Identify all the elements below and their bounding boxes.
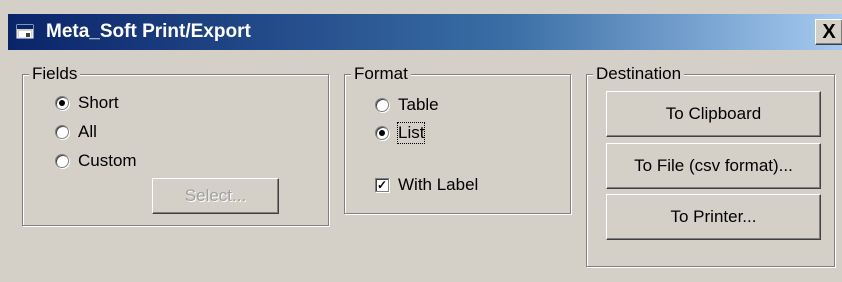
format-legend: Format	[351, 64, 411, 84]
print-export-dialog: Meta_Soft Print/Export X Fields Short Al…	[0, 0, 842, 282]
radio-label: Custom	[78, 151, 137, 170]
fields-all-radio[interactable]: All	[55, 122, 97, 142]
radio-label: Short	[78, 93, 119, 112]
format-list-radio[interactable]: List	[375, 122, 426, 144]
window-title: Meta_Soft Print/Export	[46, 21, 251, 42]
close-button[interactable]: X	[815, 19, 842, 45]
title-bar[interactable]: Meta_Soft Print/Export X	[8, 14, 842, 50]
to-clipboard-button[interactable]: To Clipboard	[606, 91, 821, 137]
app-window-icon	[16, 24, 34, 39]
radio-indicator	[55, 96, 69, 110]
radio-label: All	[78, 122, 97, 141]
fields-custom-radio[interactable]: Custom	[55, 151, 137, 171]
close-icon: X	[822, 21, 836, 43]
select-button[interactable]: Select...	[152, 178, 279, 214]
checkbox-label: With Label	[398, 175, 479, 194]
radio-indicator	[375, 126, 389, 140]
with-label-checkbox[interactable]: ✓ With Label	[375, 175, 478, 195]
radio-label: Table	[398, 95, 439, 114]
fields-legend: Fields	[29, 64, 81, 84]
format-table-radio[interactable]: Table	[375, 95, 439, 115]
radio-indicator	[375, 98, 389, 112]
radio-indicator	[55, 154, 69, 168]
fields-short-radio[interactable]: Short	[55, 93, 119, 113]
radio-indicator	[55, 125, 69, 139]
to-file-button[interactable]: To File (csv format)...	[606, 143, 821, 189]
destination-legend: Destination	[593, 64, 685, 84]
radio-label: List	[396, 122, 426, 144]
checkmark-icon: ✓	[375, 178, 389, 192]
to-printer-button[interactable]: To Printer...	[606, 194, 821, 240]
